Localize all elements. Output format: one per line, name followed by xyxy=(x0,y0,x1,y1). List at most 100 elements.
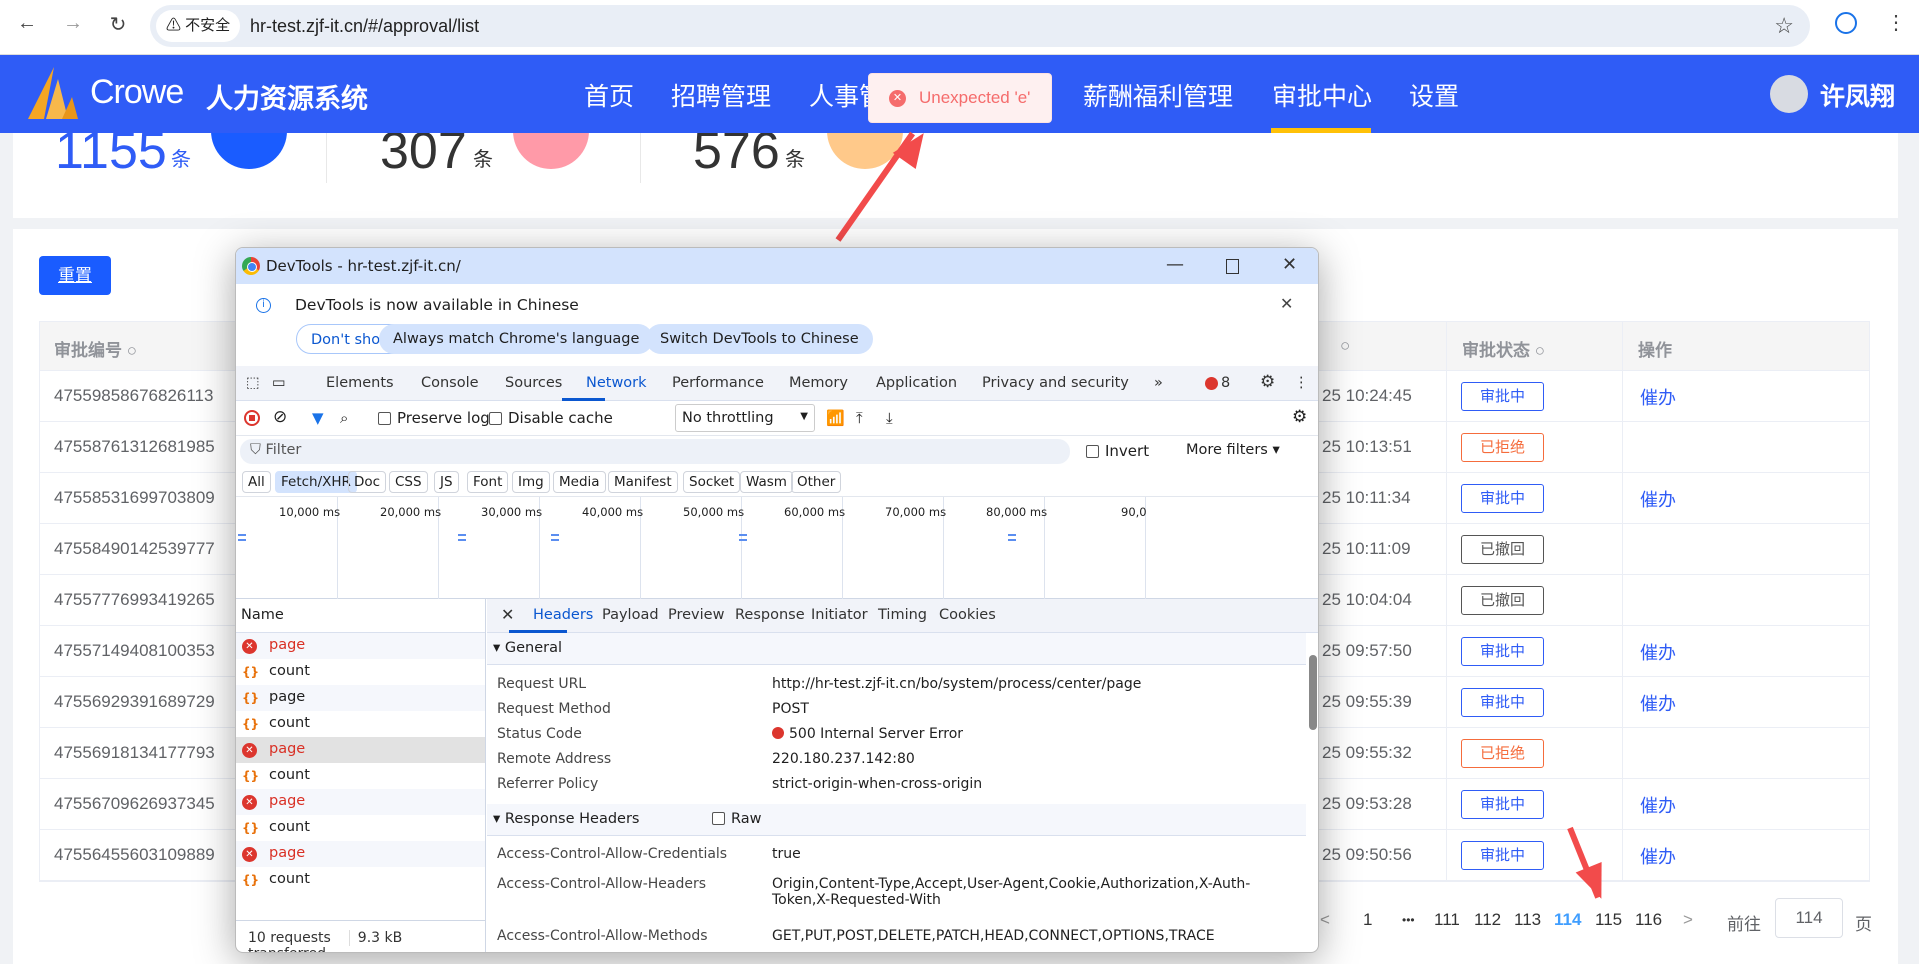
disable-cache-checkbox[interactable]: Disable cache xyxy=(489,409,613,427)
search-icon[interactable]: ○ xyxy=(1535,341,1545,360)
filter-chip-img[interactable]: Img xyxy=(512,471,550,493)
request-item[interactable]: ✕ page xyxy=(236,789,485,815)
import-har-icon[interactable]: ⤒ xyxy=(856,409,863,427)
security-indicator[interactable]: ⚠ 不安全 xyxy=(156,10,241,42)
url-text[interactable]: hr-test.zjf-it.cn/#/approval/list xyxy=(250,5,479,47)
tab-timing[interactable]: Timing xyxy=(878,607,927,623)
switch-to-chinese-button[interactable]: Switch DevTools to Chinese xyxy=(646,324,873,354)
settings-gear-icon[interactable]: ⚙ xyxy=(1260,372,1275,392)
page-111[interactable]: 111 xyxy=(1434,910,1460,930)
search-icon[interactable]: ○ xyxy=(127,341,137,360)
browser-menu-icon[interactable]: ⋮ xyxy=(1886,10,1906,35)
preserve-log-checkbox[interactable]: Preserve log xyxy=(378,409,490,427)
more-tabs-icon[interactable]: » xyxy=(1154,375,1163,391)
reload-icon[interactable]: ↻ xyxy=(103,12,133,37)
tab-payload[interactable]: Payload xyxy=(602,607,659,623)
urge-link[interactable]: 催办 xyxy=(1640,792,1676,818)
search-icon[interactable]: ⌕ xyxy=(340,409,348,427)
throttling-select[interactable]: No throttling ▼ xyxy=(675,404,815,432)
invert-checkbox[interactable]: Invert xyxy=(1086,442,1149,460)
close-infobar-icon[interactable]: ✕ xyxy=(1280,294,1293,313)
profile-icon[interactable] xyxy=(1835,12,1857,34)
filter-chip-fetch-xhr[interactable]: Fetch/XHR xyxy=(275,471,357,493)
response-headers-section-toggle[interactable]: ▾ Response Headers Raw xyxy=(487,804,1306,836)
next-page-button[interactable]: > xyxy=(1683,910,1693,930)
tab-performance[interactable]: Performance xyxy=(672,375,764,391)
record-stop-icon[interactable] xyxy=(244,410,260,426)
page-first[interactable]: 1 xyxy=(1363,910,1372,930)
page-113[interactable]: 113 xyxy=(1514,910,1541,930)
filter-chip-socket[interactable]: Socket xyxy=(683,471,741,493)
tab-cookies[interactable]: Cookies xyxy=(939,607,996,623)
filter-chip-js[interactable]: JS xyxy=(434,471,459,493)
minimize-icon[interactable]: — xyxy=(1166,254,1184,275)
request-item[interactable]: ✕ page xyxy=(236,841,485,867)
page-116[interactable]: 116 xyxy=(1635,910,1662,930)
export-har-icon[interactable]: ⤓ xyxy=(886,409,893,427)
prev-page-button[interactable]: < xyxy=(1320,910,1330,930)
request-item[interactable]: {} count xyxy=(236,659,485,685)
tab-application[interactable]: Application xyxy=(876,375,957,391)
inspect-element-icon[interactable]: ⬚ xyxy=(246,375,260,391)
name-column-header[interactable]: Name xyxy=(236,599,485,633)
request-item[interactable]: {} count xyxy=(236,867,485,893)
nav-compensation[interactable]: 薪酬福利管理 xyxy=(1083,77,1233,113)
tab-initiator[interactable]: Initiator xyxy=(811,607,868,623)
urge-link[interactable]: 催办 xyxy=(1640,384,1676,410)
urge-link[interactable]: 催办 xyxy=(1640,843,1676,869)
header-approval-id[interactable]: 审批编号 ○ xyxy=(54,336,137,361)
filter-chip-wasm[interactable]: Wasm xyxy=(740,471,793,493)
forward-icon[interactable]: → xyxy=(58,12,88,35)
nav-settings[interactable]: 设置 xyxy=(1409,77,1459,113)
tab-response[interactable]: Response xyxy=(735,607,805,623)
search-icon[interactable]: ○ xyxy=(1340,336,1350,356)
nav-recruitment[interactable]: 招聘管理 xyxy=(671,77,771,113)
urge-link[interactable]: 催办 xyxy=(1640,639,1676,665)
device-toolbar-icon[interactable]: ▭ xyxy=(272,375,286,391)
more-filters-dropdown[interactable]: More filters ▾ xyxy=(1186,442,1280,458)
clear-icon[interactable]: ⊘ xyxy=(273,407,287,427)
tab-sources[interactable]: Sources xyxy=(505,375,562,391)
request-item[interactable]: {} count xyxy=(236,815,485,841)
filter-chip-other[interactable]: Other xyxy=(791,471,842,493)
request-item[interactable]: ✕ page xyxy=(236,737,485,763)
user-name[interactable]: 许凤翔 xyxy=(1820,77,1895,113)
network-settings-icon[interactable]: ⚙ xyxy=(1292,407,1307,427)
page-ellipsis[interactable]: ••• xyxy=(1402,913,1415,927)
raw-checkbox[interactable]: Raw xyxy=(712,811,762,827)
tab-elements[interactable]: Elements xyxy=(326,375,394,391)
request-item[interactable]: {} page xyxy=(236,685,485,711)
filter-chip-manifest[interactable]: Manifest xyxy=(608,471,678,493)
filter-chip-font[interactable]: Font xyxy=(467,471,509,493)
tab-memory[interactable]: Memory xyxy=(789,375,848,391)
filter-input[interactable]: ⛉ Filter xyxy=(240,439,1070,464)
tab-console[interactable]: Console xyxy=(421,375,479,391)
goto-page-input[interactable]: 114 xyxy=(1775,898,1843,938)
always-match-language-button[interactable]: Always match Chrome's language xyxy=(379,324,654,354)
filter-chip-all[interactable]: All xyxy=(242,471,271,493)
request-item[interactable]: {} count xyxy=(236,763,485,789)
network-overview-timeline[interactable]: 10,000 ms 20,000 ms 30,000 ms 40,000 ms 50,0… xyxy=(236,497,1318,599)
network-conditions-icon[interactable]: 📶 xyxy=(826,409,845,427)
filter-icon[interactable]: ▼ xyxy=(312,409,324,427)
page-114-current[interactable]: 114 xyxy=(1554,910,1581,930)
page-112[interactable]: 112 xyxy=(1474,910,1501,930)
request-item[interactable]: ✕ page xyxy=(236,633,485,659)
filter-chip-media[interactable]: Media xyxy=(553,471,606,493)
devtools-menu-icon[interactable]: ⋮ xyxy=(1294,375,1309,391)
close-details-icon[interactable]: ✕ xyxy=(501,605,514,624)
devtools-titlebar[interactable]: DevTools - hr-test.zjf-it.cn/ — ✕ xyxy=(236,248,1318,284)
close-icon[interactable]: ✕ xyxy=(1282,254,1297,275)
page-115[interactable]: 115 xyxy=(1595,910,1622,930)
request-item[interactable]: {} count xyxy=(236,711,485,737)
nav-home[interactable]: 首页 xyxy=(584,77,634,113)
error-badge-icon[interactable] xyxy=(1205,377,1218,390)
avatar[interactable] xyxy=(1770,75,1808,113)
filter-chip-doc[interactable]: Doc xyxy=(348,471,387,493)
details-scrollbar[interactable] xyxy=(1306,635,1318,952)
maximize-icon[interactable] xyxy=(1226,259,1239,274)
general-section-toggle[interactable]: ▾ General xyxy=(487,633,1306,665)
urge-link[interactable]: 催办 xyxy=(1640,690,1676,716)
back-icon[interactable]: ← xyxy=(12,12,42,35)
tab-network[interactable]: Network xyxy=(586,375,647,391)
